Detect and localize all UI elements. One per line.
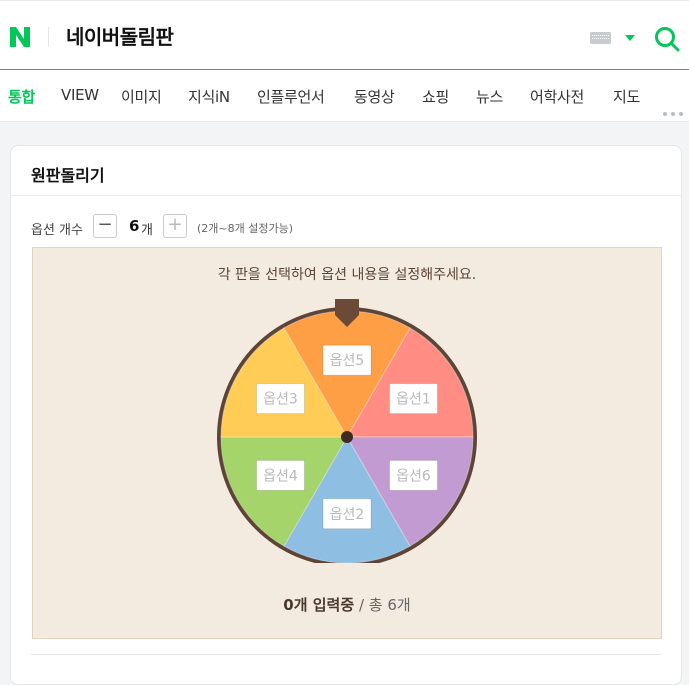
option-count-unit: 개 xyxy=(141,223,153,238)
tab-video[interactable]: 동영상 xyxy=(354,86,395,107)
instruction-text: 각 판을 선택하여 옵션 내용을 설정해주세요. xyxy=(217,267,477,283)
option-label-text: 옵션1 xyxy=(396,392,431,408)
tab-images[interactable]: 이미지 xyxy=(121,86,162,107)
roulette-card: 원판돌리기 옵션 개수 − 6 개 + (2개~8개 설정가능) 각 판을 선택… xyxy=(10,145,682,685)
input-status-count: 0개 입력중 xyxy=(283,596,355,614)
more-dots-icon[interactable] xyxy=(663,101,689,116)
tab-influencer[interactable]: 인플루언서 xyxy=(257,86,325,107)
option-label-text: 옵션5 xyxy=(330,353,365,369)
tab-knowledge-in[interactable]: 지식iN xyxy=(188,86,230,107)
keyboard-icon[interactable] xyxy=(590,32,611,44)
tab-map[interactable]: 지도 xyxy=(613,86,640,107)
option-count-label: 옵션 개수 xyxy=(31,223,83,238)
option-label-text: 옵션3 xyxy=(263,392,298,408)
tab-dictionary[interactable]: 어학사전 xyxy=(530,86,584,107)
option-count-value: 6 xyxy=(129,217,140,235)
increase-button[interactable]: + xyxy=(163,214,187,238)
option-label-text: 옵션4 xyxy=(263,468,298,484)
option-count-row: 옵션 개수 − 6 개 + (2개~8개 설정가능) xyxy=(31,214,671,240)
range-hint: (2개~8개 설정가능) xyxy=(197,222,294,235)
wheel-center-hub xyxy=(341,431,353,443)
tab-integrated[interactable]: 통합 xyxy=(8,86,35,107)
caret-down-icon[interactable] xyxy=(625,35,635,41)
naver-logo-icon[interactable] xyxy=(8,23,32,51)
roulette-wheel[interactable]: 옵션1 옵션6 옵션2 옵션4 옵션3 옵션5 xyxy=(215,293,480,563)
search-query-input[interactable]: 네이버돌림판 xyxy=(66,21,174,50)
search-header: 네이버돌림판 xyxy=(0,0,689,70)
card-title: 원판돌리기 xyxy=(31,166,105,185)
tab-view[interactable]: VIEW xyxy=(61,86,99,104)
tab-shopping[interactable]: 쇼핑 xyxy=(422,86,449,107)
tab-news[interactable]: 뉴스 xyxy=(476,86,503,107)
search-tabs: 통합 VIEW 이미지 지식iN 인플루언서 동영상 쇼핑 뉴스 어학사전 지도 xyxy=(0,70,689,122)
input-status: 0개 입력중 / 총 6개 xyxy=(33,594,661,615)
decrease-button[interactable]: − xyxy=(93,214,117,238)
header-divider xyxy=(48,27,49,47)
search-icon[interactable] xyxy=(654,26,680,52)
option-label-text: 옵션6 xyxy=(396,468,431,484)
roulette-board: 각 판을 선택하여 옵션 내용을 설정해주세요. 옵션1 옵션6 옵션2 옵션4 옵션3… xyxy=(32,247,662,639)
option-label-text: 옵션2 xyxy=(330,507,365,523)
input-status-total: / 총 6개 xyxy=(354,596,411,614)
card-bottom-divider xyxy=(31,654,661,655)
card-divider xyxy=(11,195,681,196)
